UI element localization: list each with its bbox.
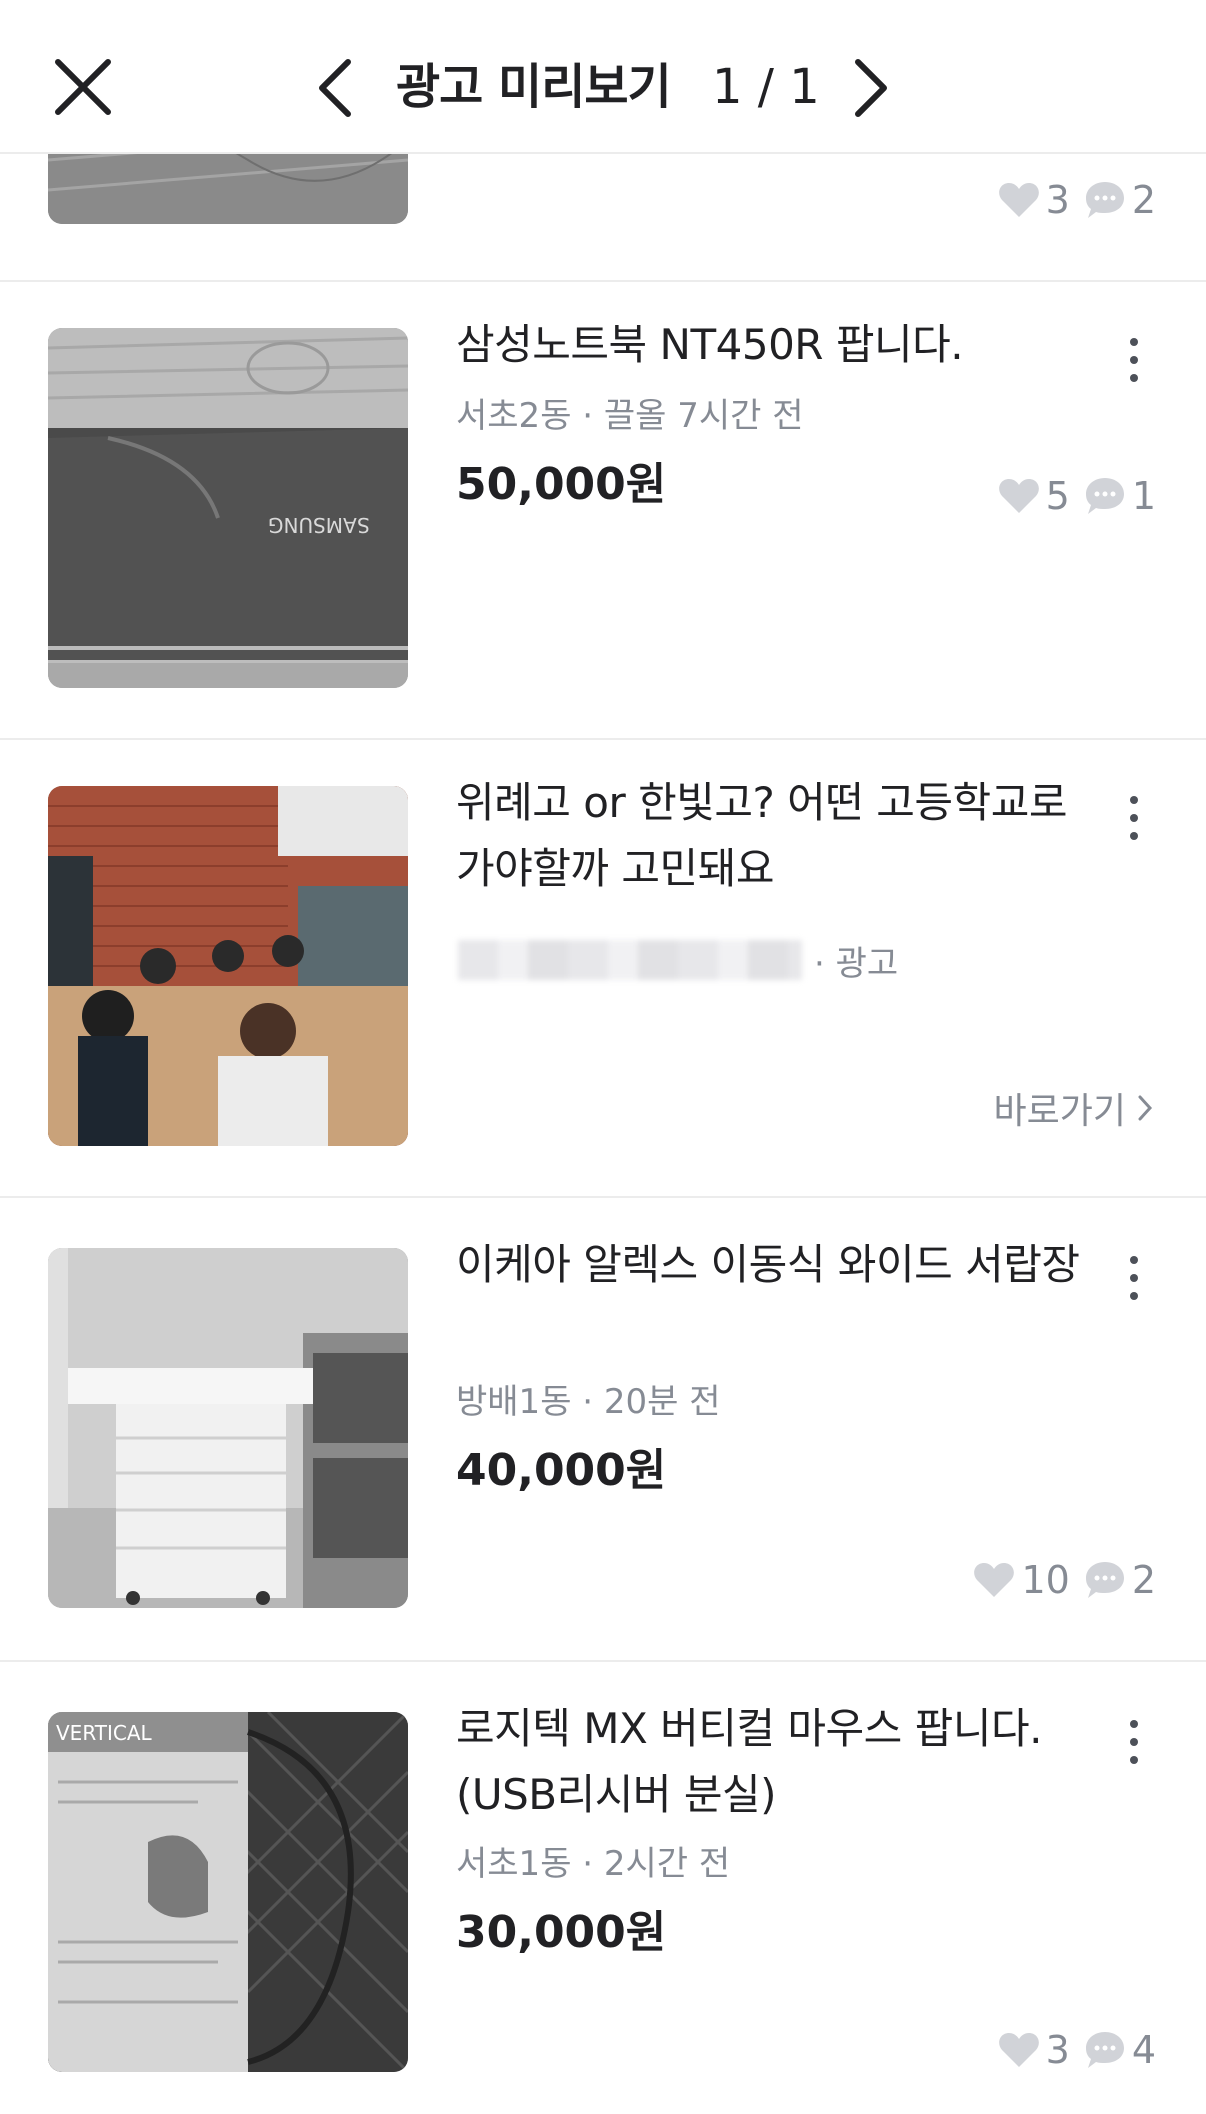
comment-count: 2 bbox=[1131, 1558, 1156, 1602]
chevron-right-small-icon bbox=[1138, 1095, 1153, 1121]
product-thumbnail bbox=[48, 1248, 408, 1608]
product-title[interactable]: 로지텍 MX 버티컬 마우스 팝니다. (USB리시버 분실) bbox=[456, 1696, 1096, 1828]
more-options-button[interactable] bbox=[1120, 338, 1148, 394]
product-location-time: 방배1동 · 20분 전 bbox=[456, 1382, 721, 1422]
chat-bubble-icon bbox=[1085, 2032, 1124, 2068]
product-location-time: 서초2동 · 끌올 7시간 전 bbox=[456, 396, 804, 436]
ad-title[interactable]: 위례고 or 한빛고? 어떤 고등학교로 가야할까 고민돼요 bbox=[456, 770, 1096, 902]
product-title[interactable]: 삼성노트북 NT450R 팝니다. bbox=[456, 312, 1096, 378]
comment-count: 2 bbox=[1131, 178, 1156, 222]
heart-icon bbox=[974, 1563, 1015, 1597]
chat-bubble-icon bbox=[1085, 478, 1124, 514]
like-count: 3 bbox=[1045, 2028, 1070, 2072]
goto-label: 바로가기 bbox=[993, 1091, 1126, 1132]
more-vertical-icon bbox=[1130, 338, 1138, 346]
list-item[interactable]: SAMSUNG 삼성노트북 NT450R 팝니다. 서초2동 · 끌올 7시간 … bbox=[0, 280, 1206, 740]
more-vertical-icon bbox=[1130, 1256, 1138, 1264]
chat-bubble-icon bbox=[1085, 1562, 1124, 1598]
heart-icon bbox=[998, 2033, 1039, 2067]
goto-link[interactable]: 바로가기 bbox=[994, 1082, 1156, 1134]
ad-thumbnail bbox=[48, 786, 408, 1146]
product-price: 40,000원 bbox=[456, 1445, 667, 1496]
item-stats: 3 2 bbox=[998, 178, 1156, 222]
product-thumbnail: VERTICAL bbox=[48, 1712, 408, 2072]
chevron-left-icon bbox=[319, 59, 351, 117]
ad-label: · 광고 bbox=[814, 944, 899, 984]
item-stats: 5 1 bbox=[998, 474, 1156, 518]
ad-advertiser-name-blurred bbox=[458, 940, 802, 980]
product-price: 30,000원 bbox=[456, 1907, 667, 1958]
item-stats: 3 4 bbox=[998, 2028, 1156, 2072]
heart-icon bbox=[998, 183, 1039, 217]
more-options-button[interactable] bbox=[1120, 1720, 1148, 1776]
product-price: 50,000원 bbox=[456, 459, 667, 510]
product-thumbnail: SAMSUNG bbox=[48, 328, 408, 688]
item-stats: 10 2 bbox=[973, 1558, 1156, 1602]
previous-button[interactable] bbox=[314, 56, 354, 120]
more-vertical-icon bbox=[1130, 796, 1138, 804]
product-title[interactable]: 이케아 알렉스 이동식 와이드 서랍장 bbox=[456, 1232, 1096, 1298]
comment-count: 4 bbox=[1131, 2028, 1156, 2072]
header-bar: 광고 미리보기 1 / 1 bbox=[0, 0, 1206, 154]
more-options-button[interactable] bbox=[1120, 796, 1148, 852]
like-count: 10 bbox=[1021, 1558, 1070, 1602]
ad-list-item[interactable]: 위례고 or 한빛고? 어떤 고등학교로 가야할까 고민돼요 · 광고 바로가기 bbox=[0, 738, 1206, 1198]
like-count: 3 bbox=[1045, 178, 1070, 222]
next-button[interactable] bbox=[852, 56, 892, 120]
like-count: 5 bbox=[1045, 474, 1070, 518]
chat-bubble-icon bbox=[1085, 182, 1124, 218]
product-location-time: 서초1동 · 2시간 전 bbox=[456, 1844, 731, 1884]
thumbnail-brand-text: SAMSUNG bbox=[268, 513, 370, 537]
comment-count: 1 bbox=[1131, 474, 1156, 518]
page-indicator: 1 / 1 bbox=[712, 59, 820, 115]
heart-icon bbox=[998, 479, 1039, 513]
chevron-right-icon bbox=[855, 59, 887, 117]
list-item[interactable]: 이케아 알렉스 이동식 와이드 서랍장 방배1동 · 20분 전 40,000원… bbox=[0, 1196, 1206, 1662]
page-title: 광고 미리보기 bbox=[396, 59, 672, 115]
close-icon bbox=[55, 59, 111, 115]
thumbnail-brand-text: VERTICAL bbox=[56, 1721, 153, 1745]
close-button[interactable] bbox=[52, 56, 114, 118]
more-options-button[interactable] bbox=[1120, 1256, 1148, 1312]
more-vertical-icon bbox=[1130, 1720, 1138, 1728]
list-item[interactable]: VERTICAL 로지텍 MX 버티컬 마우스 팝니다. (USB리시버 분실)… bbox=[0, 1660, 1206, 2114]
